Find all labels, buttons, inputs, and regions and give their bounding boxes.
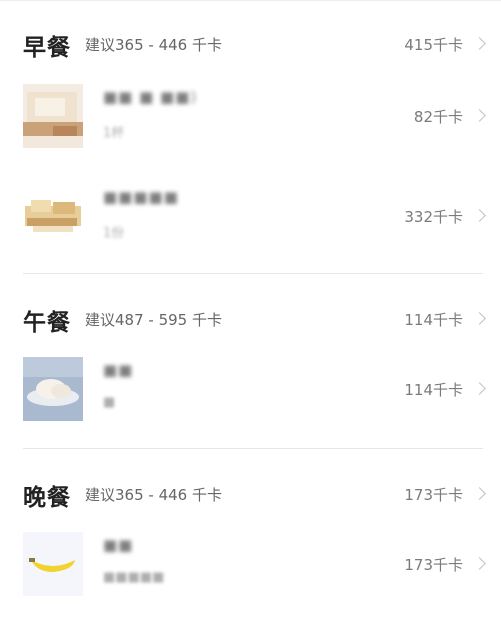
food-quantity: 1杯 xyxy=(103,126,125,141)
meal-suggested-range: 建议487 - 595 千卡 xyxy=(85,311,222,329)
food-name: ■■ xyxy=(103,361,134,379)
food-item[interactable]: ■■ ■ 114千卡 xyxy=(0,357,501,437)
food-quantity: ■■■■■ xyxy=(103,570,165,585)
chevron-right-icon xyxy=(473,37,486,50)
chevron-right-icon xyxy=(473,109,486,122)
meal-header-breakfast[interactable]: 早餐 建议365 - 446 千卡 415千卡 xyxy=(0,24,501,64)
meal-suggested-range: 建议365 - 446 千卡 xyxy=(85,36,222,54)
meal-header-dinner[interactable]: 晚餐 建议365 - 446 千卡 173千卡 xyxy=(0,474,501,514)
meal-title: 早餐 xyxy=(23,35,71,61)
food-thumbnail xyxy=(23,532,83,596)
food-item[interactable]: ■■■■■ 1份 332千卡 xyxy=(0,184,501,264)
meal-title: 午餐 xyxy=(23,310,71,336)
food-name: ■■ ■ ■■) xyxy=(103,88,198,106)
chevron-right-icon xyxy=(473,312,486,325)
meal-total-kcal: 173千卡 xyxy=(404,486,463,504)
food-thumbnail xyxy=(23,84,83,148)
section-divider xyxy=(23,273,483,274)
food-quantity: ■ xyxy=(103,395,116,410)
chevron-right-icon xyxy=(473,487,486,500)
chevron-right-icon xyxy=(473,209,486,222)
meal-header-lunch[interactable]: 午餐 建议487 - 595 千卡 114千卡 xyxy=(0,299,501,339)
food-quantity: 1份 xyxy=(103,226,125,241)
food-name: ■■ xyxy=(103,536,134,554)
meal-suggested-range: 建议365 - 446 千卡 xyxy=(85,486,222,504)
meal-total-kcal: 415千卡 xyxy=(404,36,463,54)
food-name: ■■■■■ xyxy=(103,188,179,206)
food-kcal: 173千卡 xyxy=(404,556,463,574)
food-item[interactable]: ■■ ■ ■■) 1杯 82千卡 xyxy=(0,84,501,164)
food-thumbnail xyxy=(23,184,83,248)
chevron-right-icon xyxy=(473,557,486,570)
food-kcal: 332千卡 xyxy=(404,208,463,226)
top-divider xyxy=(0,0,501,1)
food-kcal: 82千卡 xyxy=(413,108,463,126)
food-thumbnail xyxy=(23,357,83,421)
section-divider xyxy=(23,448,483,449)
food-item[interactable]: ■■ ■■■■■ 173千卡 xyxy=(0,532,501,612)
food-kcal: 114千卡 xyxy=(404,381,463,399)
meal-total-kcal: 114千卡 xyxy=(404,311,463,329)
chevron-right-icon xyxy=(473,382,486,395)
meal-title: 晚餐 xyxy=(23,485,71,511)
